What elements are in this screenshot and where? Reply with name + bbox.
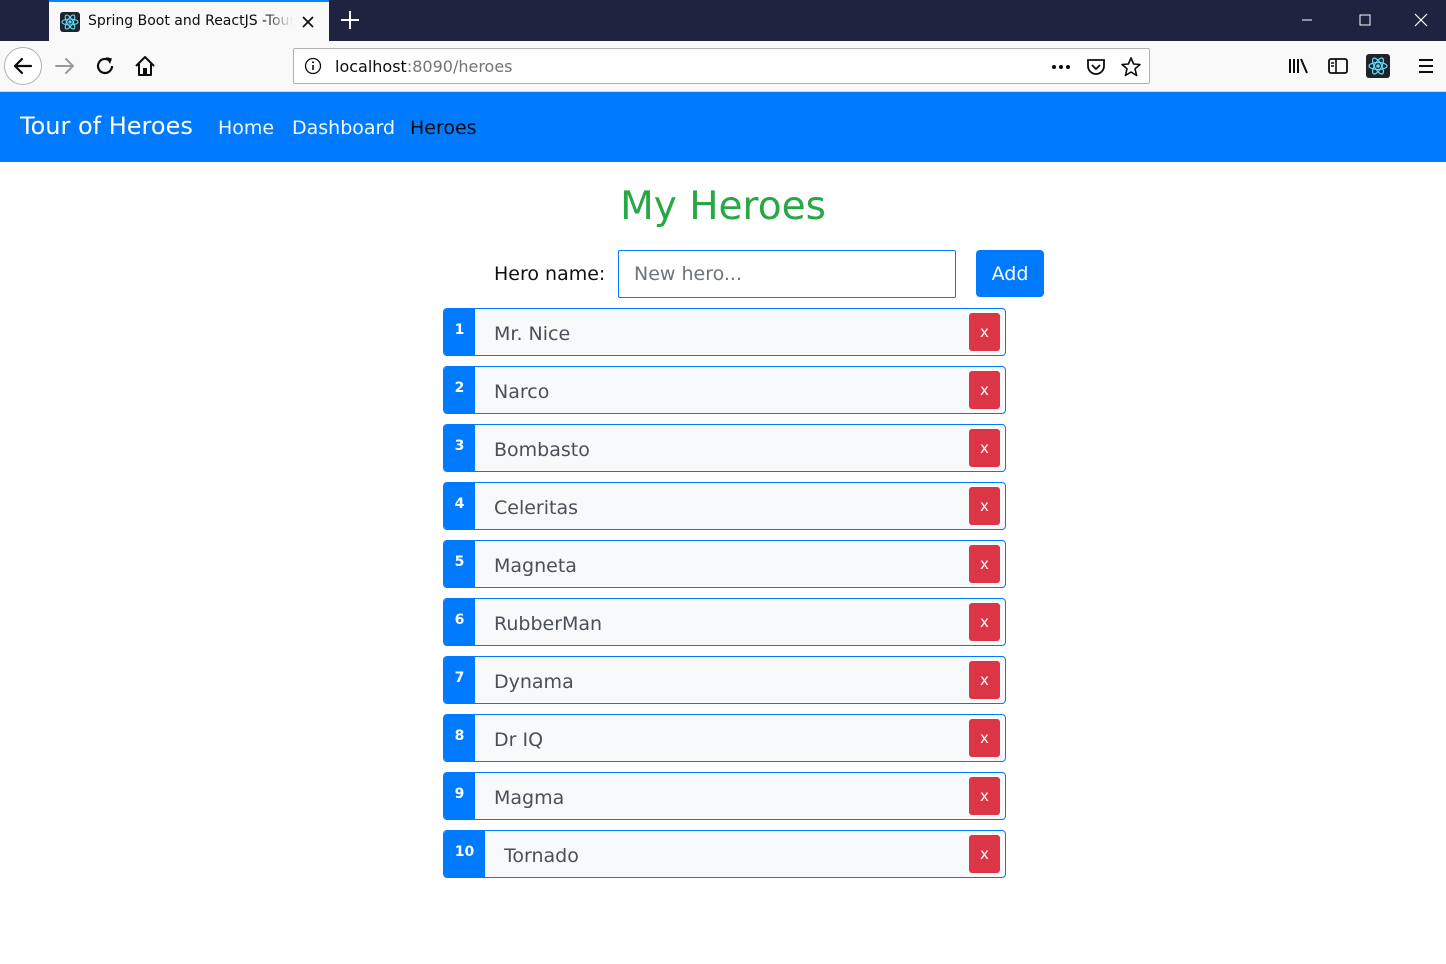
hero-name[interactable]: Bombasto — [494, 439, 590, 461]
hero-id-badge: 4 — [444, 483, 475, 529]
hero-list-item[interactable]: 9 Magma x — [443, 772, 1006, 820]
hero-id-badge: 10 — [444, 831, 485, 877]
back-button[interactable] — [4, 47, 42, 85]
hero-list-item[interactable]: 4 Celeritas x — [443, 482, 1006, 530]
hero-id-badge: 3 — [444, 425, 475, 471]
brand-link[interactable]: Tour of Heroes — [20, 112, 193, 140]
delete-hero-button[interactable]: x — [969, 835, 1000, 873]
hamburger-menu-icon[interactable] — [1414, 54, 1438, 78]
hero-id-badge: 5 — [444, 541, 475, 587]
hero-list-item[interactable]: 7 Dynama x — [443, 656, 1006, 704]
new-tab-plus-icon[interactable] — [338, 8, 362, 32]
hero-id-badge: 7 — [444, 657, 475, 703]
delete-hero-button[interactable]: x — [969, 371, 1000, 409]
url-host: localhost — [335, 57, 407, 76]
hero-id-badge: 6 — [444, 599, 475, 645]
delete-hero-button[interactable]: x — [969, 429, 1000, 467]
hero-list-item[interactable]: 3 Bombasto x — [443, 424, 1006, 472]
hero-name-input[interactable] — [618, 250, 956, 298]
home-icon[interactable] — [133, 54, 157, 78]
nav-link-dashboard[interactable]: Dashboard — [292, 117, 395, 139]
library-icon[interactable] — [1287, 54, 1311, 78]
page-actions-menu-icon[interactable] — [1050, 56, 1072, 78]
react-devtools-icon[interactable] — [1366, 54, 1390, 78]
maximize-window-icon[interactable] — [1352, 8, 1378, 32]
hero-name-label: Hero name: — [494, 263, 606, 285]
hero-id-badge: 9 — [444, 773, 475, 819]
info-icon[interactable] — [304, 57, 322, 75]
delete-hero-button[interactable]: x — [969, 487, 1000, 525]
hero-name[interactable]: Dynama — [494, 671, 574, 693]
react-logo-icon — [60, 12, 80, 32]
hero-list-item[interactable]: 2 Narco x — [443, 366, 1006, 414]
delete-hero-button[interactable]: x — [969, 603, 1000, 641]
hero-name[interactable]: Narco — [494, 381, 549, 403]
hero-name[interactable]: Mr. Nice — [494, 323, 570, 345]
forward-arrow-icon[interactable] — [53, 54, 77, 78]
close-tab-icon[interactable] — [299, 13, 317, 31]
hero-list-item[interactable]: 10 Tornado x — [443, 830, 1006, 878]
browser-toolbar: localhost:8090/heroes — [0, 41, 1446, 92]
hero-name[interactable]: Celeritas — [494, 497, 578, 519]
hero-name[interactable]: Dr IQ — [494, 729, 543, 751]
tab-title: Spring Boot and ReactJS -Tour of Heroes — [88, 13, 293, 29]
url-path: :8090/heroes — [406, 57, 513, 76]
minimize-window-icon[interactable] — [1294, 8, 1320, 32]
delete-hero-button[interactable]: x — [969, 719, 1000, 757]
page-title: My Heroes — [620, 184, 826, 229]
hero-list-item[interactable]: 8 Dr IQ x — [443, 714, 1006, 762]
hero-id-badge: 8 — [444, 715, 475, 761]
hero-name[interactable]: RubberMan — [494, 613, 602, 635]
hero-id-badge: 1 — [444, 309, 475, 355]
url-text[interactable]: localhost:8090/heroes — [335, 57, 513, 76]
back-arrow-icon — [13, 57, 33, 75]
delete-hero-button[interactable]: x — [969, 777, 1000, 815]
browser-tab[interactable]: Spring Boot and ReactJS -Tour of Heroes — [49, 0, 329, 41]
hero-name[interactable]: Magma — [494, 787, 564, 809]
hero-list-item[interactable]: 1 Mr. Nice x — [443, 308, 1006, 356]
reload-icon[interactable] — [93, 54, 117, 78]
hero-list: 1 Mr. Nice x 2 Narco x 3 Bombasto x 4 Ce… — [443, 308, 1006, 888]
bookmark-star-icon[interactable] — [1120, 56, 1142, 78]
hero-id-badge: 2 — [444, 367, 475, 413]
nav-link-heroes[interactable]: Heroes — [410, 117, 477, 139]
sidebar-icon[interactable] — [1326, 54, 1350, 78]
app-navbar: Tour of Heroes Home Dashboard Heroes — [0, 92, 1446, 162]
address-bar[interactable]: localhost:8090/heroes — [293, 48, 1150, 84]
hero-name[interactable]: Tornado — [504, 845, 579, 867]
add-button[interactable]: Add — [976, 250, 1044, 297]
pocket-icon[interactable] — [1085, 56, 1107, 78]
delete-hero-button[interactable]: x — [969, 545, 1000, 583]
hero-list-item[interactable]: 5 Magneta x — [443, 540, 1006, 588]
close-window-icon[interactable] — [1408, 8, 1434, 32]
nav-link-home[interactable]: Home — [218, 117, 274, 139]
hero-name[interactable]: Magneta — [494, 555, 577, 577]
hero-list-item[interactable]: 6 RubberMan x — [443, 598, 1006, 646]
browser-tab-bar: Spring Boot and ReactJS -Tour of Heroes — [0, 0, 1446, 41]
delete-hero-button[interactable]: x — [969, 661, 1000, 699]
delete-hero-button[interactable]: x — [969, 313, 1000, 351]
